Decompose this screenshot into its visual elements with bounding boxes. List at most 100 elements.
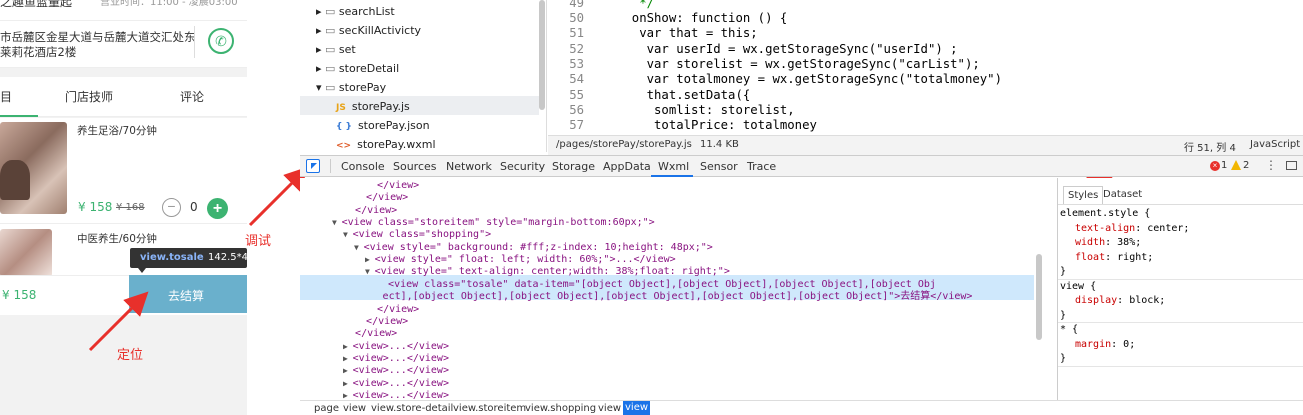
code-text: onShow: function () {: [617, 11, 788, 25]
dom-node[interactable]: </view>: [365, 304, 419, 316]
dom-node[interactable]: ▶ <view>...</view>: [343, 365, 449, 377]
style-declaration[interactable]: margin: 0;: [1075, 339, 1135, 351]
tree-folder-seckill[interactable]: ▸ ▭ secKillActivicty: [316, 21, 421, 40]
dom-node-text: <view>...</view>: [352, 352, 449, 364]
dom-node[interactable]: ▶ <view>...</view>: [343, 353, 449, 365]
dom-node[interactable]: </view>: [354, 192, 408, 204]
dom-node[interactable]: </view>: [365, 180, 419, 192]
dom-node[interactable]: <view class="tosale" data-item="[object …: [376, 279, 936, 291]
breadcrumb-page[interactable]: page: [312, 402, 341, 415]
breadcrumb-storeitem[interactable]: view.storeitem: [451, 402, 528, 415]
tab-styles[interactable]: Styles: [1063, 186, 1104, 204]
style-property-name[interactable]: width: [1075, 237, 1105, 248]
dom-node[interactable]: ▼ <view class="storeitem" style="margin-…: [332, 217, 655, 229]
status-language[interactable]: JavaScript: [1250, 139, 1300, 150]
style-property-value[interactable]: center;: [1147, 223, 1189, 234]
inspect-element-icon[interactable]: [306, 159, 320, 173]
code-line: 51 var that = this;: [548, 26, 757, 41]
dom-node[interactable]: ect],[object Object],[object Object],[ob…: [371, 291, 973, 303]
tree-folder-storepay[interactable]: ▾ ▭ storePay: [316, 78, 386, 97]
tree-scrollbar[interactable]: [539, 0, 545, 110]
more-options-icon[interactable]: ⋮: [1265, 158, 1277, 172]
style-property-value[interactable]: 38%;: [1117, 237, 1141, 248]
tab-sensor[interactable]: Sensor: [700, 156, 738, 177]
tab-technicians[interactable]: 门店技师: [65, 88, 113, 105]
tab-security[interactable]: Security: [500, 156, 545, 177]
dom-node-text: </view>: [377, 180, 420, 191]
expand-right-icon[interactable]: ▶: [343, 366, 353, 375]
style-property-name[interactable]: margin: [1075, 339, 1111, 350]
dom-node[interactable]: ▼ <view style=" background: #fff;z-index…: [354, 242, 713, 254]
inspect-cursor: [311, 163, 317, 169]
expand-right-icon[interactable]: ▶: [343, 342, 353, 351]
expand-right-icon[interactable]: ▶: [365, 255, 375, 264]
style-declaration[interactable]: width: 38%;: [1075, 237, 1141, 249]
dom-node[interactable]: </view>: [354, 316, 408, 328]
dom-node[interactable]: ▼ <view style=" text-align: center;width…: [365, 266, 730, 278]
plus-icon[interactable]: +: [207, 198, 228, 219]
dom-node[interactable]: ▼ <view class="shopping">: [343, 229, 491, 241]
folder-open-icon: ▭: [325, 81, 339, 94]
tab-wxml[interactable]: Wxml: [658, 156, 689, 177]
style-property-name[interactable]: display: [1075, 295, 1117, 306]
tab-dataset[interactable]: Dataset: [1103, 186, 1142, 204]
expand-down-icon[interactable]: ▼: [332, 218, 342, 227]
tab-console[interactable]: Console: [341, 156, 385, 177]
dom-node[interactable]: ▶ <view>...</view>: [343, 341, 449, 353]
dock-icon[interactable]: [1286, 161, 1297, 170]
style-declaration[interactable]: display: block;: [1075, 295, 1165, 307]
style-property-name[interactable]: text-align: [1075, 223, 1135, 234]
tab-reviews[interactable]: 评论: [180, 88, 204, 105]
dom-node[interactable]: </view>: [343, 328, 397, 340]
dom-node[interactable]: ▶ <view>...</view>: [343, 378, 449, 390]
minus-icon[interactable]: −: [162, 198, 181, 217]
total-price: ¥ 158: [2, 288, 37, 302]
tab-appdata[interactable]: AppData: [603, 156, 651, 177]
dom-node-text: <view class="tosale" data-item="[object …: [388, 278, 936, 290]
expand-down-icon[interactable]: ▼: [343, 230, 353, 239]
address-line-2: 莱莉花酒店2楼: [0, 45, 77, 59]
dom-node[interactable]: </view>: [343, 205, 397, 217]
style-property-value[interactable]: 0;: [1123, 339, 1135, 350]
tree-folder-searchlist[interactable]: ▸ ▭ searchList: [316, 2, 395, 21]
tab-trace[interactable]: Trace: [747, 156, 776, 177]
tree-file-js[interactable]: JS storePay.js: [336, 97, 410, 116]
style-rule-divider: [1058, 365, 1303, 367]
expand-right-icon[interactable]: ▶: [343, 354, 353, 363]
tab-services[interactable]: 目: [0, 88, 12, 105]
style-colon: :: [1105, 237, 1118, 248]
breadcrumb-shopping[interactable]: view.shopping: [523, 402, 598, 415]
tree-file-json[interactable]: { } storePay.json: [336, 116, 430, 135]
tab-network[interactable]: Network: [446, 156, 492, 177]
style-property-value[interactable]: block;: [1129, 295, 1165, 306]
status-file-path: /pages/storePay/storePay.js: [556, 139, 692, 150]
tab-sources[interactable]: Sources: [393, 156, 437, 177]
chevron-right-icon: ▸: [316, 62, 326, 75]
tree-label: storePay.json: [357, 119, 430, 132]
tree-folder-set[interactable]: ▸ ▭ set: [316, 40, 356, 59]
breadcrumb-view-active[interactable]: view: [623, 401, 651, 415]
phone-call-icon[interactable]: ✆: [208, 28, 234, 54]
style-declaration[interactable]: float: right;: [1075, 252, 1153, 264]
dom-scrollbar[interactable]: [1036, 254, 1042, 340]
expand-right-icon[interactable]: ▶: [343, 391, 353, 400]
code-editor[interactable]: 49 */ 50 onShow: function () { 51 var th…: [548, 0, 1303, 135]
dom-node[interactable]: ▶ <view style=" float: left; width: 60%;…: [365, 254, 676, 266]
warning-count[interactable]: 2: [1243, 160, 1249, 171]
tab-storage[interactable]: Storage: [552, 156, 595, 177]
expand-down-icon[interactable]: ▼: [354, 243, 364, 252]
tree-file-wxml[interactable]: <> storePay.wxml: [336, 135, 436, 154]
breadcrumb-view[interactable]: view: [341, 402, 368, 415]
breadcrumb-view[interactable]: view: [596, 402, 623, 415]
breadcrumb-store-detail[interactable]: view.store-detail: [369, 402, 455, 415]
style-declaration[interactable]: text-align: center;: [1075, 223, 1189, 235]
code-text: somlist: storelist,: [617, 103, 795, 117]
tree-folder-storedetail[interactable]: ▸ ▭ storeDetail: [316, 59, 399, 78]
line-number: 54: [569, 72, 584, 86]
expand-right-icon[interactable]: ▶: [343, 379, 353, 388]
error-count[interactable]: 1: [1221, 160, 1227, 171]
style-property-name[interactable]: float: [1075, 252, 1105, 263]
style-property-value[interactable]: right;: [1117, 252, 1153, 263]
expand-down-icon[interactable]: ▼: [365, 267, 375, 276]
